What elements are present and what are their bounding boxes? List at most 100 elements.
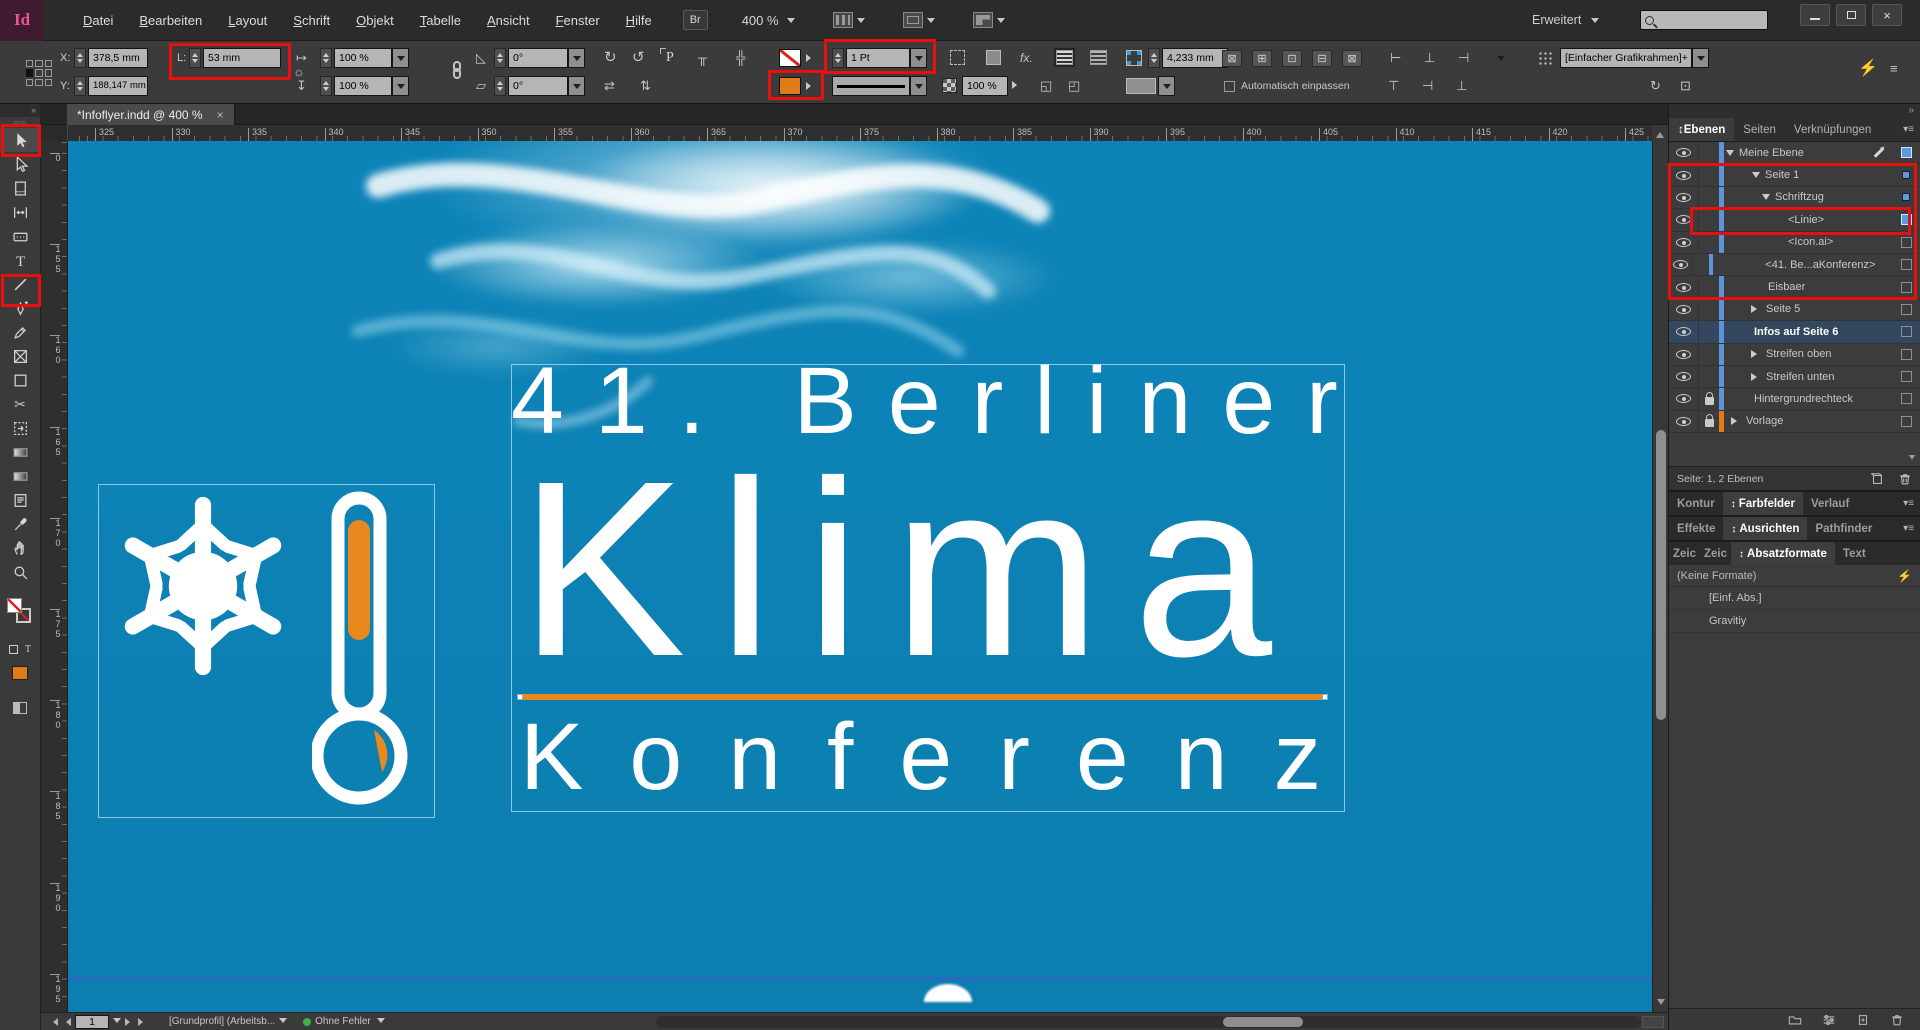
close-tab-icon[interactable]: × <box>217 108 224 122</box>
tab-seiten[interactable]: Seiten <box>1734 118 1785 141</box>
lock-toggle[interactable] <box>1699 303 1719 315</box>
corner-options-icon[interactable] <box>1126 50 1142 66</box>
scroll-up-button[interactable] <box>1652 125 1668 141</box>
lock-toggle[interactable] <box>1699 147 1719 159</box>
zoom-level-dropdown[interactable]: 400 % <box>742 13 795 28</box>
shear-dropdown[interactable] <box>568 76 585 96</box>
last-page-icon[interactable] <box>138 1018 147 1026</box>
selection-square[interactable] <box>1901 237 1912 248</box>
selection-square[interactable] <box>1901 214 1912 225</box>
distribute3-icon[interactable]: ⊥ <box>1456 76 1467 96</box>
layer-row[interactable]: Vorlage <box>1669 411 1920 433</box>
sliders-icon[interactable] <box>1822 1013 1836 1027</box>
formatting-text-icon[interactable]: T <box>25 644 31 655</box>
search-input[interactable] <box>1654 14 1754 26</box>
visibility-toggle[interactable] <box>1669 411 1699 432</box>
layer-name[interactable]: Infos auf Seite 6 <box>1754 326 1838 338</box>
restore-button[interactable] <box>1836 4 1866 26</box>
visibility-toggle[interactable] <box>1669 276 1699 297</box>
expand-arrow-icon[interactable] <box>1751 305 1761 313</box>
layer-row[interactable]: <Icon.ai> <box>1669 232 1920 254</box>
close-button[interactable]: × <box>1872 4 1902 26</box>
visibility-toggle[interactable] <box>1669 344 1699 365</box>
x-stepper[interactable] <box>74 48 86 68</box>
line-handle-left[interactable] <box>517 694 523 700</box>
visibility-toggle[interactable] <box>1669 187 1699 208</box>
scale-y-stepper[interactable] <box>320 76 332 96</box>
lock-toggle[interactable] <box>1699 281 1719 293</box>
menu-item[interactable]: Tabelle <box>407 0 474 41</box>
visibility-toggle[interactable] <box>1669 232 1699 253</box>
screen-mode-dropdown[interactable] <box>903 12 935 28</box>
rotation-field[interactable]: 0° <box>508 48 568 68</box>
layer-row[interactable]: Eisbaer <box>1669 276 1920 298</box>
layer-name[interactable]: Streifen oben <box>1766 348 1831 360</box>
panel-menu-icon[interactable]: ▾≡ <box>1903 517 1920 540</box>
quick-apply-lightning-icon[interactable]: ⚡ <box>1858 59 1878 79</box>
menu-item[interactable]: Objekt <box>343 0 407 41</box>
trash-icon[interactable] <box>1890 1013 1904 1027</box>
lock-toggle[interactable] <box>1699 236 1719 248</box>
stroke-swatch-orange[interactable] <box>779 77 801 95</box>
drop-shadow-icon[interactable]: ◱ <box>1040 76 1052 96</box>
layer-row[interactable]: <41. Be...aKonferenz> <box>1669 254 1920 276</box>
tab-effekte[interactable]: Effekte <box>1669 517 1723 540</box>
rotation-dropdown[interactable] <box>568 48 585 68</box>
length-stepper[interactable] <box>189 48 201 68</box>
gradient-tool[interactable] <box>0 440 40 464</box>
lock-toggle[interactable] <box>1699 371 1719 383</box>
vertical-scroll-thumb[interactable] <box>1656 430 1666 720</box>
y-stepper[interactable] <box>74 76 86 96</box>
fit-content-icon[interactable]: ⊞ <box>1252 50 1272 67</box>
hierarchy2-icon[interactable]: ╬ <box>736 48 745 68</box>
panel-grip[interactable]: ══ <box>0 117 40 128</box>
selected-orange-line[interactable] <box>520 694 1325 700</box>
selection-square[interactable] <box>1901 393 1912 404</box>
vertical-scrollbar[interactable] <box>1652 141 1668 1012</box>
page-dropdown-icon[interactable] <box>113 1018 121 1027</box>
hierarchy-icon[interactable]: ╥ <box>698 48 707 68</box>
reference-point-proxy[interactable] <box>26 60 52 86</box>
lock-toggle[interactable] <box>1693 259 1709 271</box>
visibility-toggle[interactable] <box>1669 209 1699 230</box>
text-wrap-none-icon[interactable] <box>1056 50 1073 65</box>
rotate-ccw-icon[interactable]: ↺ <box>632 48 645 68</box>
layer-name[interactable]: Seite 5 <box>1766 303 1800 315</box>
select-container-icon[interactable] <box>950 50 965 65</box>
scroll-arrow-icon[interactable] <box>1909 455 1915 463</box>
tab-verlauf[interactable]: Verlauf <box>1803 492 1857 515</box>
expand-arrow-icon[interactable] <box>1751 350 1761 358</box>
stroke-swatch-arrow[interactable] <box>804 77 816 95</box>
stroke-weight-field[interactable]: 1 Pt <box>846 48 910 68</box>
layer-name[interactable]: <41. Be...aKonferenz> <box>1765 259 1875 271</box>
tab-pathfinder[interactable]: Pathfinder <box>1807 517 1880 540</box>
selection-square[interactable] <box>1901 147 1912 158</box>
panel-menu-icon[interactable]: ≡ <box>1890 59 1898 79</box>
scissors-tool[interactable]: ✂ <box>0 392 40 416</box>
eyedropper-tool[interactable] <box>0 512 40 536</box>
scale-x-stepper[interactable] <box>320 48 332 68</box>
selection-square[interactable] <box>1901 304 1912 315</box>
flip-vertical-icon[interactable]: ⇅ <box>640 76 651 96</box>
selection-square[interactable] <box>1901 259 1912 270</box>
layer-name[interactable]: Eisbaer <box>1768 281 1805 293</box>
fit-proportional-icon[interactable]: ⊟ <box>1312 50 1332 67</box>
selection-square[interactable] <box>1902 171 1910 179</box>
fill-stroke-indicator[interactable] <box>0 596 40 640</box>
next-page-icon[interactable] <box>125 1018 134 1026</box>
minimize-button[interactable] <box>1800 4 1830 26</box>
selection-square[interactable] <box>1902 193 1910 201</box>
stroke-weight-stepper[interactable] <box>832 48 844 68</box>
layer-name[interactable]: Schriftzug <box>1775 191 1824 203</box>
delete-layer-trash-icon[interactable] <box>1898 472 1912 486</box>
layer-row[interactable]: Schriftzug <box>1669 187 1920 209</box>
horizontal-scroll-thumb[interactable] <box>1223 1017 1303 1027</box>
expand-arrow-icon[interactable] <box>1751 373 1761 381</box>
preflight-profile[interactable]: [Grundprofil] (Arbeitsb... <box>169 1016 287 1027</box>
distribute1-icon[interactable]: ⊤ <box>1388 76 1399 96</box>
center-content-icon[interactable]: ⊡ <box>1282 50 1302 67</box>
length-value-field[interactable]: 53 mm <box>203 48 281 68</box>
document-tab[interactable]: *Infoflyer.indd @ 400 % × <box>67 104 235 125</box>
formatting-container-icon[interactable] <box>9 645 18 654</box>
pencil-tool[interactable] <box>0 320 40 344</box>
